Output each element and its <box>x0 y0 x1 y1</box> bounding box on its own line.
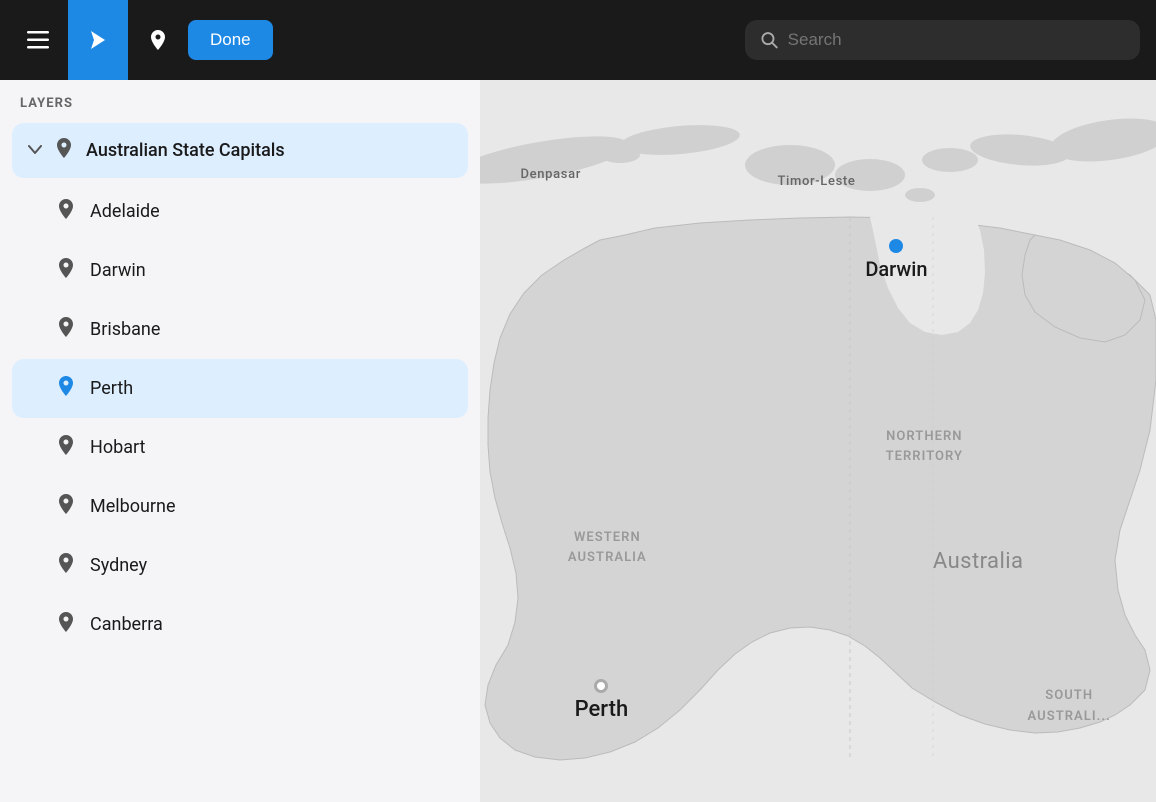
sidebar: LAYERS Australian State Capitals <box>0 80 480 802</box>
location-group-icon <box>54 137 74 164</box>
city-name: Hobart <box>90 437 145 458</box>
location-icon <box>56 257 76 284</box>
map-area: Denpasar Timor-Leste NORTHERNTERRITORY W… <box>480 80 1156 802</box>
location-icon <box>56 611 76 638</box>
location-icon <box>56 434 76 461</box>
city-item-adelaide[interactable]: Adelaide <box>12 182 468 241</box>
chevron-down-icon <box>28 143 42 159</box>
location-button[interactable] <box>136 18 180 62</box>
city-name: Perth <box>90 378 133 399</box>
search-input[interactable] <box>788 30 1124 50</box>
city-name: Sydney <box>90 555 147 576</box>
city-name: Canberra <box>90 614 163 635</box>
header: Done <box>0 0 1156 80</box>
search-icon <box>761 31 778 49</box>
city-item-sydney[interactable]: Sydney <box>12 536 468 595</box>
city-item-hobart[interactable]: Hobart <box>12 418 468 477</box>
location-icon <box>56 552 76 579</box>
location-icon <box>56 493 76 520</box>
done-button[interactable]: Done <box>188 20 273 60</box>
layer-group-label: Australian State Capitals <box>86 140 285 161</box>
layers-label: LAYERS <box>0 96 480 123</box>
location-icon <box>56 198 76 225</box>
main-content: LAYERS Australian State Capitals <box>0 80 1156 802</box>
navigation-button[interactable] <box>68 0 128 80</box>
search-bar[interactable] <box>745 20 1140 60</box>
city-item-perth[interactable]: Perth <box>12 359 468 418</box>
city-item-brisbane[interactable]: Brisbane <box>12 300 468 359</box>
city-name: Darwin <box>90 260 146 281</box>
city-item-darwin[interactable]: Darwin <box>12 241 468 300</box>
city-item-melbourne[interactable]: Melbourne <box>12 477 468 536</box>
city-name: Melbourne <box>90 496 176 517</box>
city-name: Brisbane <box>90 319 160 340</box>
menu-button[interactable] <box>16 18 60 62</box>
map-svg <box>480 80 1156 802</box>
layer-group[interactable]: Australian State Capitals <box>12 123 468 178</box>
location-icon <box>56 316 76 343</box>
location-icon <box>56 375 76 402</box>
city-list: Adelaide Darwin Brisbane Perth <box>0 182 480 654</box>
city-item-canberra[interactable]: Canberra <box>12 595 468 654</box>
city-name: Adelaide <box>90 201 160 222</box>
